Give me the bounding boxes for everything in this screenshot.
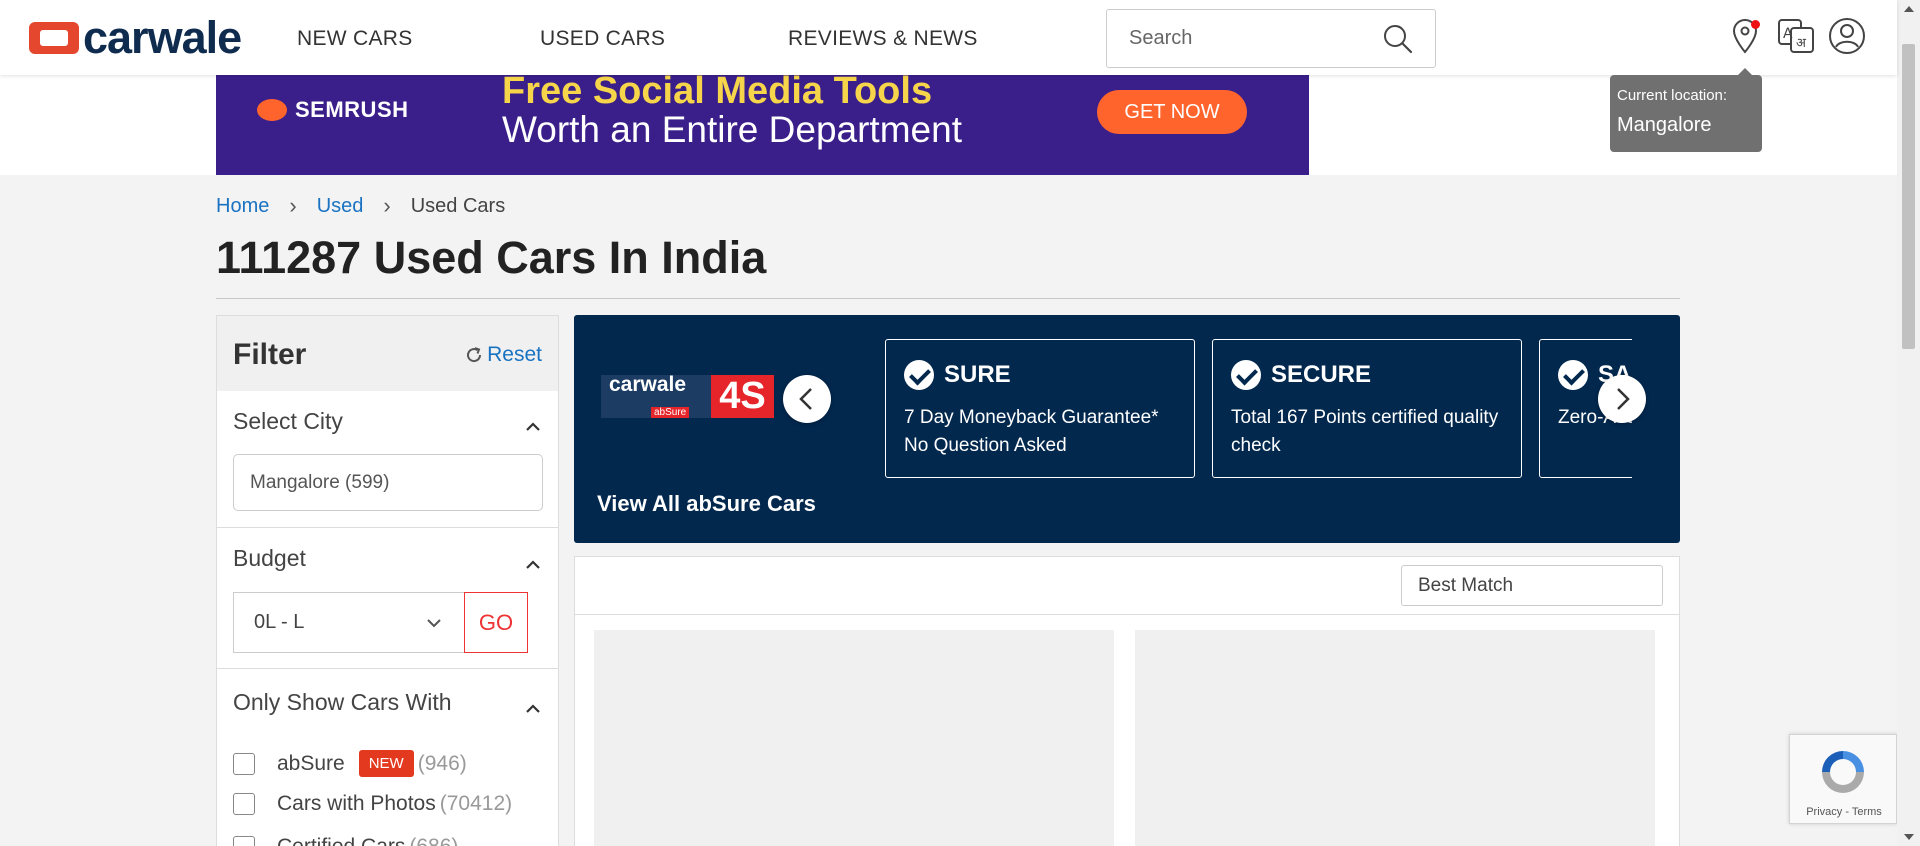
- card-desc: Total 167 Points certified quality check: [1231, 407, 1499, 456]
- filter-panel: Filter Reset Select City Mangalore (599)…: [216, 315, 559, 846]
- budget-go-button[interactable]: GO: [464, 592, 528, 653]
- filter-absure-label: abSure: [277, 751, 345, 775]
- checkbox[interactable]: [233, 836, 255, 846]
- breadcrumb-used[interactable]: Used: [317, 195, 364, 218]
- city-input[interactable]: Mangalore (599): [233, 454, 543, 511]
- search-icon[interactable]: [1383, 24, 1413, 54]
- language-icon[interactable]: A अ: [1777, 17, 1815, 55]
- carousel-prev-button[interactable]: [783, 375, 831, 423]
- page-title: 111287 Used Cars In India: [216, 232, 767, 283]
- carwale-logo[interactable]: carwale: [29, 12, 242, 63]
- chevron-up-icon[interactable]: [524, 700, 542, 718]
- new-badge: NEW: [358, 750, 414, 777]
- filter-photos-row[interactable]: Cars with Photos (70412): [233, 792, 512, 816]
- absure-card-secure: SECURE Total 167 Points certified qualit…: [1212, 339, 1522, 478]
- car-card-placeholder: [594, 630, 1114, 846]
- scroll-thumb[interactable]: [1902, 44, 1915, 349]
- nav-used-cars[interactable]: USED CARS: [540, 27, 665, 51]
- absure-card-sure: SURE 7 Day Moneyback Guarantee* No Quest…: [885, 339, 1195, 478]
- breadcrumb-chevron-icon: ›: [289, 193, 297, 218]
- check-circle-icon: [904, 360, 934, 390]
- page-scrollbar[interactable]: [1897, 0, 1920, 846]
- title-divider: [216, 298, 1680, 299]
- search-box: [1106, 9, 1436, 68]
- filter-certified-row[interactable]: Certified Cars (686): [233, 835, 458, 846]
- breadcrumb-current: Used Cars: [410, 194, 506, 217]
- ad-subheadline: Worth an Entire Department: [502, 109, 962, 150]
- breadcrumb-home[interactable]: Home: [216, 195, 269, 218]
- only-show-title[interactable]: Only Show Cars With: [233, 689, 452, 716]
- reset-label: Reset: [487, 343, 542, 366]
- scroll-up-arrow-icon[interactable]: [1904, 6, 1914, 12]
- location-tooltip-label: Current location:: [1617, 87, 1728, 104]
- chevron-up-icon[interactable]: [524, 556, 542, 574]
- filter-title: Filter: [233, 338, 307, 371]
- view-all-absure-link[interactable]: View All abSure Cars: [597, 491, 816, 517]
- absure-banner: carwale abSure 4S SURE 7 Day Moneyback G…: [574, 315, 1680, 543]
- semrush-ad-banner[interactable]: SEMRUSH Free Social Media Tools Worth an…: [216, 75, 1309, 175]
- scroll-down-arrow-icon[interactable]: [1904, 834, 1914, 840]
- semrush-fire-icon: [257, 99, 287, 121]
- ad-brand: SEMRUSH: [295, 97, 409, 122]
- filter-photos-count: (70412): [439, 792, 513, 815]
- absure-carousel: SURE 7 Day Moneyback Guarantee* No Quest…: [804, 315, 1632, 543]
- ad-get-now-button[interactable]: GET NOW: [1097, 90, 1247, 134]
- filter-certified-label: Certified Cars: [277, 835, 405, 846]
- breadcrumb: Home › Used › Used Cars: [216, 193, 505, 219]
- card-desc: 7 Day Moneyback Guarantee* No Question A…: [904, 407, 1159, 456]
- reset-icon: [467, 347, 482, 363]
- card-title: SURE: [944, 361, 1011, 388]
- chevron-up-icon[interactable]: [524, 418, 542, 436]
- carwale-logo-mark-icon: [29, 22, 79, 54]
- user-account-icon[interactable]: [1828, 17, 1866, 55]
- nav-new-cars[interactable]: NEW CARS: [297, 27, 413, 51]
- carousel-next-button[interactable]: [1598, 375, 1646, 423]
- ad-headline: Free Social Media Tools: [502, 75, 933, 112]
- filter-photos-label: Cars with Photos: [277, 792, 436, 815]
- absure-4s-badge: 4S: [711, 375, 774, 418]
- section-divider: [217, 668, 558, 669]
- carwale-absure-logo: carwale abSure 4S: [601, 373, 774, 421]
- checkbox[interactable]: [233, 752, 255, 775]
- semrush-logo: SEMRUSH: [257, 97, 409, 123]
- svg-text:A: A: [1783, 26, 1793, 42]
- svg-text:अ: अ: [1796, 36, 1807, 51]
- top-header: carwale NEW CARS USED CARS REVIEWS & NEW…: [0, 0, 1897, 75]
- filter-absure-row[interactable]: abSure NEW (946): [233, 750, 467, 777]
- search-input[interactable]: [1129, 27, 1359, 50]
- chevron-right-icon: [1617, 388, 1630, 410]
- filter-header: Filter Reset: [217, 316, 558, 391]
- location-tooltip-city: Mangalore: [1617, 114, 1712, 136]
- chevron-left-icon: [799, 388, 812, 410]
- recaptcha-icon: [1822, 751, 1864, 793]
- checkbox[interactable]: [233, 793, 255, 815]
- filter-absure-count: (946): [417, 751, 467, 775]
- car-card-placeholder: [1135, 630, 1655, 846]
- logo-text: carwale: [83, 12, 242, 63]
- check-circle-icon: [1558, 360, 1588, 390]
- recaptcha-links[interactable]: Privacy - Terms: [1790, 806, 1898, 818]
- filter-certified-count: (686): [409, 835, 458, 846]
- check-circle-icon: [1231, 360, 1261, 390]
- section-divider: [217, 527, 558, 528]
- reset-button[interactable]: Reset: [465, 343, 542, 367]
- budget-title[interactable]: Budget: [233, 545, 306, 572]
- nav-reviews-news[interactable]: REVIEWS & NEWS: [788, 27, 978, 51]
- breadcrumb-chevron-icon: ›: [383, 193, 391, 218]
- location-tooltip: Current location: Mangalore: [1610, 68, 1762, 152]
- select-city-title[interactable]: Select City: [233, 408, 343, 435]
- sort-select[interactable]: Best Match: [1401, 565, 1663, 606]
- listing-panel: Best Match: [574, 556, 1680, 846]
- sort-bar: Best Match: [575, 557, 1679, 615]
- recaptcha-badge[interactable]: Privacy - Terms: [1789, 734, 1897, 824]
- absure-logo-text: carwale abSure: [601, 373, 711, 421]
- location-alert-dot: [1751, 20, 1760, 29]
- chevron-down-icon: [427, 619, 441, 628]
- card-title: SECURE: [1271, 361, 1372, 388]
